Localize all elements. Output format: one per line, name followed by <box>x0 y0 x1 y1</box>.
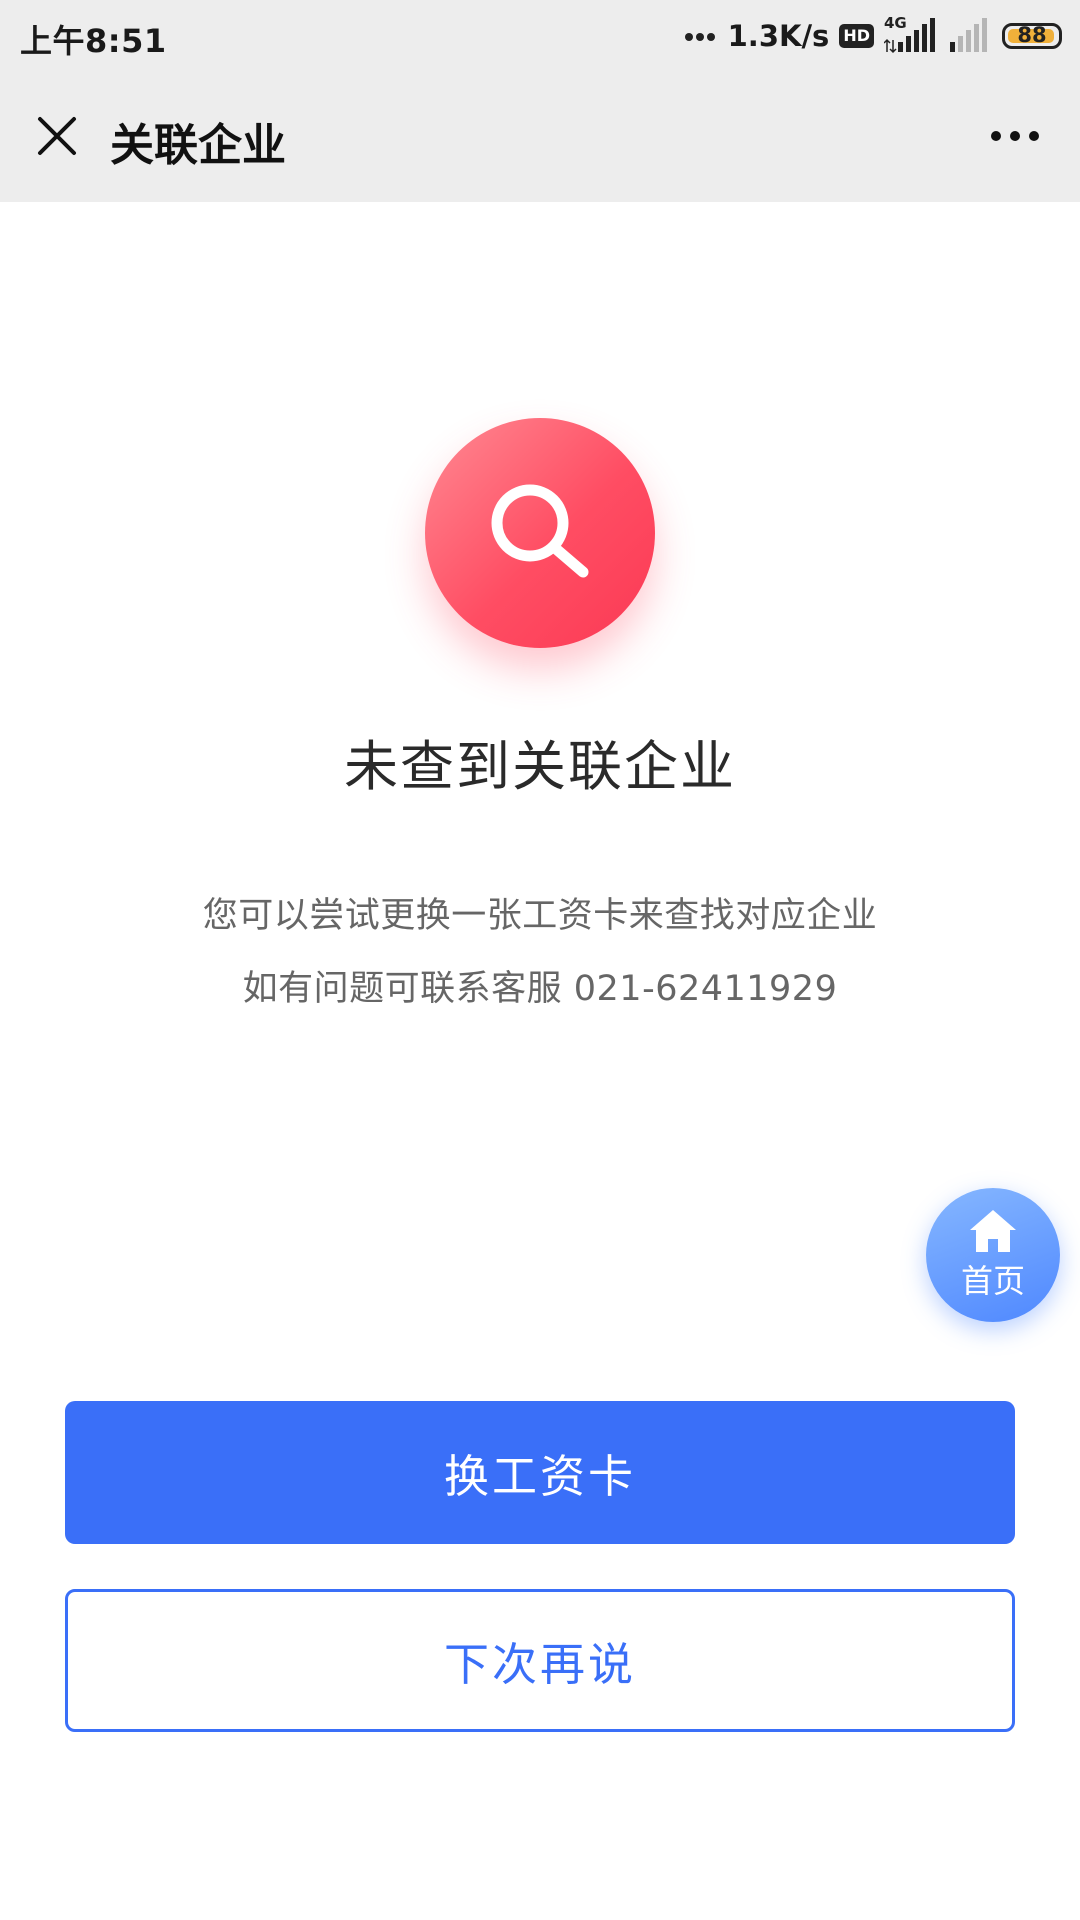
hd-badge: HD <box>839 24 874 48</box>
search-icon <box>491 484 589 578</box>
signal-secondary-icon <box>948 16 992 56</box>
more-dot <box>1010 131 1020 141</box>
change-salary-card-button[interactable]: 换工资卡 <box>65 1401 1015 1544</box>
home-float-label: 首页 <box>960 1262 1025 1300</box>
close-icon <box>38 117 76 155</box>
empty-state-tip: 您可以尝试更换一张工资卡来查找对应企业 <box>202 896 878 936</box>
home-icon <box>970 1210 1016 1252</box>
status-indicators: 1.3K/s HD 4G 88 <box>684 14 1062 58</box>
nav-bar: 关联企业 <box>0 72 1080 202</box>
battery-icon: 88 <box>1002 23 1062 49</box>
search-badge <box>425 418 655 648</box>
notification-dots-icon <box>684 27 718 46</box>
more-dot <box>1029 131 1039 141</box>
signal-4g-icon: 4G <box>884 14 938 56</box>
maybe-later-button[interactable]: 下次再说 <box>65 1589 1015 1732</box>
more-dot <box>991 131 1001 141</box>
more-button[interactable] <box>980 106 1050 166</box>
battery-level: 88 <box>1017 23 1047 47</box>
close-button[interactable] <box>22 101 92 171</box>
screen: 上午8:51 1.3K/s HD 4G 88 关联企业 未查到关联企业 您可以尝… <box>0 0 1080 1920</box>
status-time: 上午8:51 <box>20 22 167 60</box>
home-float-button[interactable]: 首页 <box>926 1188 1060 1322</box>
page-title: 关联企业 <box>110 120 286 171</box>
network-speed: 1.3K/s <box>727 19 830 53</box>
customer-service-tip: 如有问题可联系客服 021-62411929 <box>242 969 838 1009</box>
status-bar: 上午8:51 1.3K/s HD 4G 88 <box>0 0 1080 72</box>
empty-state-title: 未查到关联企业 <box>344 735 736 798</box>
